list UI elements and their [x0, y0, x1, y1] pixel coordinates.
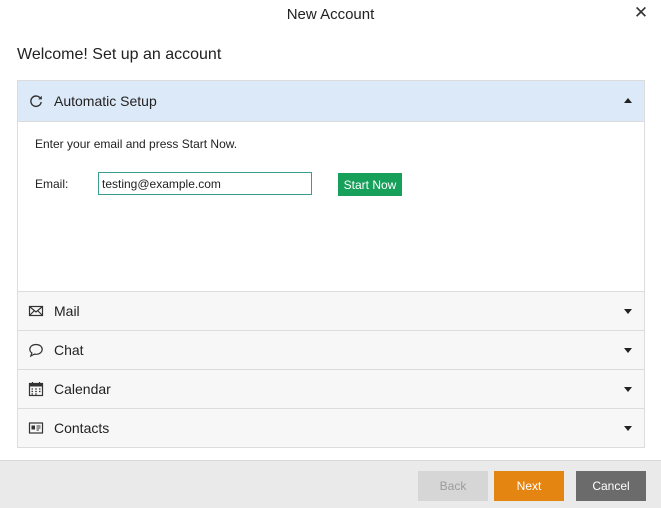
expand-caret-icon — [624, 348, 632, 353]
section-label: Automatic Setup — [54, 93, 157, 109]
instruction-text: Enter your email and press Start Now. — [35, 137, 238, 151]
section-label: Calendar — [54, 381, 111, 397]
dialog-footer: Back Next Cancel — [0, 460, 661, 508]
section-label: Mail — [54, 303, 80, 319]
chat-bubble-icon — [26, 340, 46, 360]
window-title: New Account — [286, 6, 375, 23]
section-contacts[interactable]: Contacts — [18, 408, 644, 447]
email-field[interactable] — [98, 172, 312, 195]
section-chat[interactable]: Chat — [18, 330, 644, 369]
close-icon[interactable]: ✕ — [631, 3, 651, 23]
section-calendar[interactable]: Calendar — [18, 369, 644, 408]
expand-caret-icon — [624, 309, 632, 314]
automatic-setup-panel: Enter your email and press Start Now. Em… — [18, 121, 644, 291]
expand-caret-icon — [624, 387, 632, 392]
cancel-button[interactable]: Cancel — [576, 471, 646, 501]
contact-card-icon — [26, 418, 46, 438]
title-bar: New Account ✕ — [0, 0, 661, 30]
envelope-icon — [26, 301, 46, 321]
collapse-caret-icon — [624, 98, 632, 103]
email-label: Email: — [35, 177, 69, 191]
page-title: Welcome! Set up an account — [17, 46, 222, 63]
expand-caret-icon — [624, 426, 632, 431]
next-button[interactable]: Next — [494, 471, 564, 501]
start-now-button[interactable]: Start Now — [338, 173, 402, 196]
section-label: Contacts — [54, 420, 110, 436]
refresh-icon — [26, 91, 46, 111]
section-mail[interactable]: Mail — [18, 291, 644, 330]
calendar-icon — [26, 379, 46, 399]
section-automatic-setup[interactable]: Automatic Setup — [18, 81, 644, 121]
section-label: Chat — [54, 342, 84, 358]
back-button[interactable]: Back — [418, 471, 488, 501]
setup-accordion: Automatic Setup Enter your email and pre… — [17, 80, 645, 448]
